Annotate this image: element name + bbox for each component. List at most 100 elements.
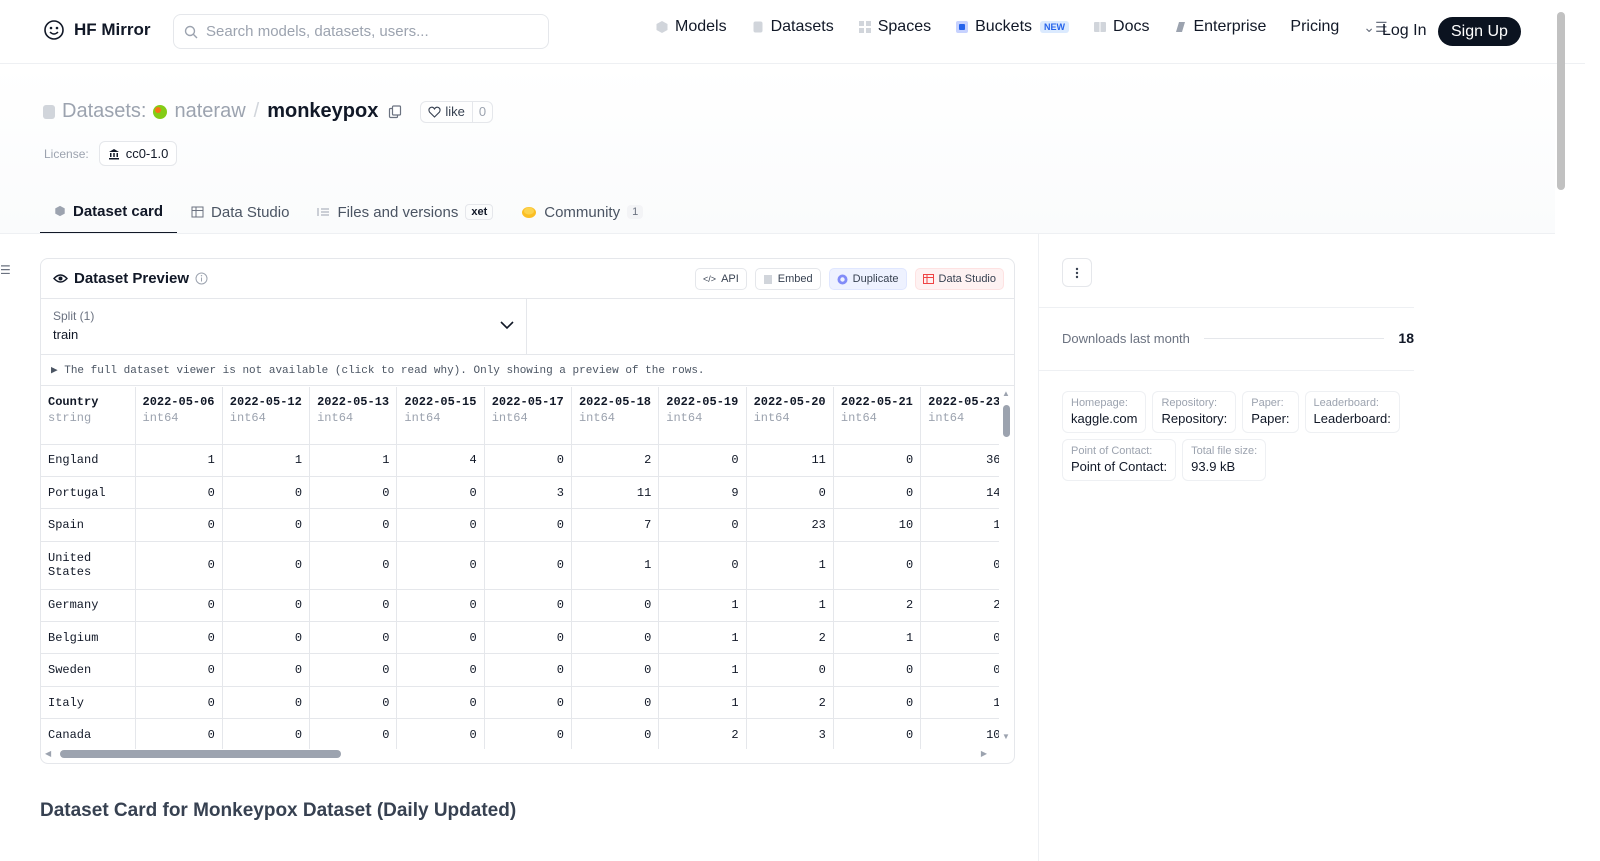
signup-button[interactable]: Sign Up	[1438, 17, 1521, 46]
meta-homepage[interactable]: Homepage: kaggle.com	[1062, 391, 1147, 433]
login-link[interactable]: Log In	[1382, 22, 1426, 40]
nav-pricing[interactable]: Pricing	[1290, 18, 1339, 36]
table-row: Germany0000001122	[41, 589, 999, 623]
duplicate-button[interactable]: Duplicate	[828, 268, 907, 290]
split-select[interactable]: Split (1) train	[41, 299, 527, 354]
column-header[interactable]: 2022-05-17 int64	[484, 387, 572, 445]
data-studio-button[interactable]: Data Studio	[914, 268, 1004, 290]
more-options-button[interactable]	[1062, 258, 1092, 287]
meta-key: Leaderboard:	[1313, 397, 1379, 409]
info-icon[interactable]	[195, 272, 208, 285]
scroll-right-icon[interactable]: ▶	[981, 749, 987, 758]
column-header[interactable]: 2022-05-21 int64	[833, 387, 922, 445]
api-label: API	[721, 273, 739, 285]
nav-models[interactable]: Models	[655, 18, 727, 36]
column-header[interactable]: 2022-05-18 int64	[571, 387, 660, 445]
page-scrollbar[interactable]	[1555, 0, 1569, 861]
search-box[interactable]	[173, 14, 549, 49]
toc-toggle-icon[interactable]: ☰	[0, 263, 11, 277]
column-type: int64	[404, 411, 441, 425]
column-header[interactable]: 2022-05-06 int64	[135, 387, 223, 445]
meta-key: Repository:	[1161, 397, 1218, 409]
brand[interactable]: HF Mirror	[42, 18, 151, 42]
value-cell: 1	[135, 444, 223, 477]
owner-link[interactable]: nateraw	[174, 100, 245, 123]
tab-files[interactable]: Files and versions xet	[303, 190, 507, 234]
meta-paper[interactable]: Paper: Paper:	[1242, 391, 1299, 433]
column-header[interactable]: 2022-05-12 int64	[222, 387, 311, 445]
grid-icon	[858, 21, 871, 33]
nav-datasets[interactable]: Datasets	[751, 18, 834, 36]
value-cell: 11	[571, 476, 660, 510]
value-cell: 0	[222, 621, 311, 655]
column-header[interactable]: 2022-05-15 int64	[396, 387, 485, 445]
meta-key: Total file size:	[1191, 445, 1258, 457]
column-header[interactable]: 2022-05-23 int64	[920, 387, 999, 445]
meta-leaderboard[interactable]: Leaderboard: Leaderboard:	[1304, 391, 1400, 433]
like-button[interactable]: like 0	[420, 100, 494, 123]
copy-icon[interactable]	[388, 104, 402, 119]
column-header[interactable]: 2022-05-19 int64	[658, 387, 747, 445]
value-cell: 1	[746, 541, 834, 590]
nav-docs[interactable]: Docs	[1093, 18, 1149, 36]
value-cell: 1	[658, 589, 747, 623]
meta-point-of-contact[interactable]: Point of Contact: Point of Contact:	[1062, 439, 1177, 481]
tab-data-studio[interactable]: Data Studio	[177, 190, 303, 234]
meta-value: 93.9 kB	[1191, 459, 1236, 474]
page-scroll-thumb[interactable]	[1557, 12, 1565, 190]
table-horizontal-scrollbar[interactable]: ◀ ▶	[45, 748, 995, 760]
value-cell: 0	[571, 718, 660, 749]
search-input[interactable]	[206, 23, 526, 40]
preview-table-viewport: Country string 2022-05-06 int64 2022-05-12 in…	[41, 387, 999, 749]
value-cell: 3	[484, 476, 572, 510]
scroll-left-icon[interactable]: ◀	[45, 749, 51, 758]
value-cell: 1	[222, 444, 311, 477]
horizontal-scroll-thumb[interactable]	[60, 750, 341, 758]
community-icon	[522, 207, 537, 218]
tab-dataset-card[interactable]: Dataset card	[40, 190, 178, 234]
sidebar-divider	[1039, 307, 1414, 308]
dataset-name[interactable]: monkeypox	[267, 100, 378, 123]
column-type: int64	[317, 411, 354, 425]
new-badge: NEW	[1040, 21, 1070, 33]
table-vertical-scrollbar[interactable]: ▲ ▼	[1001, 389, 1011, 741]
header-row: Country string 2022-05-06 int64 2022-05-12 in…	[41, 387, 999, 445]
value-cell: 0	[222, 718, 311, 749]
column-header[interactable]: 2022-05-13 int64	[309, 387, 398, 445]
value-cell: 0	[222, 476, 311, 510]
value-cell: 0	[833, 476, 922, 510]
nav-buckets[interactable]: Buckets NEW	[955, 18, 1070, 36]
header-divider	[0, 233, 1555, 234]
value-cell: 10	[833, 508, 922, 542]
meta-repository[interactable]: Repository: Repository:	[1152, 391, 1237, 433]
embed-button[interactable]: Embed	[754, 268, 821, 290]
column-header[interactable]: 2022-05-20 int64	[746, 387, 834, 445]
column-type: string	[48, 411, 92, 425]
nav-spaces[interactable]: Spaces	[858, 18, 931, 36]
meta-file-size: Total file size: 93.9 kB	[1182, 439, 1267, 481]
column-type: int64	[229, 411, 266, 425]
value-cell: 0	[484, 541, 572, 590]
value-cell: 36	[920, 444, 999, 477]
country-cell: Germany	[41, 589, 136, 623]
api-button[interactable]: </> API	[695, 268, 747, 290]
scroll-down-icon[interactable]: ▼	[1002, 732, 1010, 741]
license-tag[interactable]: cc0-1.0	[98, 141, 178, 166]
enterprise-icon	[1176, 22, 1186, 32]
tab-community-label: Community	[544, 203, 621, 221]
document-icon	[763, 274, 772, 284]
scroll-up-icon[interactable]: ▲	[1002, 389, 1010, 398]
value-cell: 7	[571, 508, 660, 542]
tab-community[interactable]: Community 1	[507, 190, 657, 234]
database-icon	[753, 21, 763, 33]
country-cell: Spain	[41, 508, 136, 542]
repo-tabs: Dataset card Data Studio Files and versi…	[40, 190, 657, 234]
value-cell: 2	[571, 444, 660, 477]
column-header[interactable]: Country string	[41, 387, 136, 445]
viewer-notice[interactable]: ▶ The full dataset viewer is not availab…	[41, 355, 1014, 386]
nav-enterprise[interactable]: Enterprise	[1173, 18, 1266, 36]
value-cell: 11	[746, 444, 834, 477]
value-cell: 1	[746, 589, 834, 623]
vertical-scroll-thumb[interactable]	[1003, 405, 1010, 437]
split-label: Split (1)	[53, 309, 95, 323]
